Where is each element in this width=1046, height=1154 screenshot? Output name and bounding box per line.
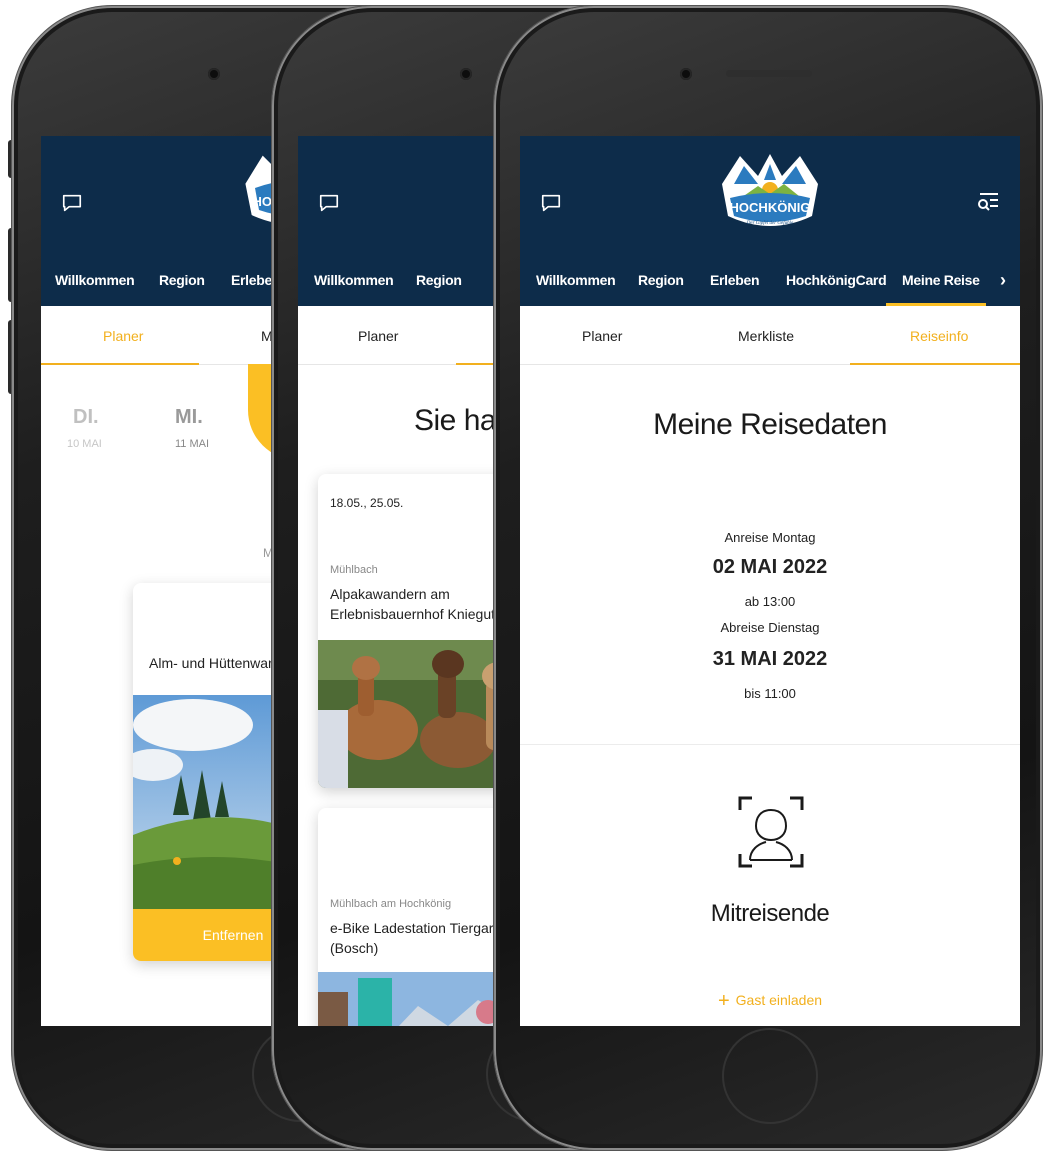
home-button — [722, 1028, 818, 1124]
sub-tabs: Planer Merkliste Reiseinfo — [520, 306, 1020, 365]
nav-item-region[interactable]: Region — [638, 272, 684, 288]
screen-right: HOCHKÖNIG Der Gipfel der Gefühle Willkom… — [520, 136, 1020, 1026]
tab-planer[interactable]: Planer — [103, 328, 143, 344]
logo-tagline: Der Gipfel der Gefühle — [746, 221, 794, 226]
nav-item-willkommen[interactable]: Willkommen — [55, 272, 135, 288]
departure-label: Abreise Dienstag — [720, 620, 820, 635]
phone-right: HOCHKÖNIG Der Gipfel der Gefühle Willkom… — [494, 6, 1042, 1150]
tab-active-indicator — [41, 363, 199, 365]
day-label[interactable]: DI. — [73, 406, 99, 429]
section-divider — [520, 744, 1020, 745]
invite-guest-button[interactable]: + Gast einladen — [520, 990, 1020, 1013]
user-scan-icon — [738, 796, 804, 868]
plus-icon: + — [717, 990, 730, 1012]
front-camera — [208, 68, 220, 80]
earpiece-speaker — [726, 70, 812, 77]
chat-icon[interactable] — [318, 192, 340, 214]
card-title: Alm- und Hüttenwand — [149, 655, 284, 671]
departure-time: bis 11:00 — [744, 686, 796, 701]
arrival-label: Anreise Montag — [724, 530, 816, 545]
search-menu-icon[interactable] — [976, 190, 1000, 214]
nav-item-erleben[interactable]: Erlebe — [231, 272, 272, 288]
tab-active-indicator — [850, 363, 1020, 365]
nav-item-meine-reise[interactable]: Meine Reise — [902, 272, 980, 288]
arrival-time: ab 13:00 — [744, 594, 796, 609]
companions-title: Mitreisende — [710, 900, 830, 927]
chat-icon[interactable] — [61, 192, 83, 214]
day-label[interactable]: MI. — [175, 406, 203, 429]
card-dates: 18.05., 25.05. — [330, 496, 404, 510]
header-bar: HOCHKÖNIG Der Gipfel der Gefühle Willkom… — [520, 136, 1020, 306]
chat-icon[interactable] — [540, 192, 562, 214]
tab-reiseinfo[interactable]: Reiseinfo — [910, 328, 968, 344]
departure-date: 31 MAI 2022 — [712, 648, 828, 670]
nav-item-region[interactable]: Region — [159, 272, 205, 288]
day-date: 10 MAI — [67, 438, 102, 450]
day-date: 11 MAI — [175, 438, 210, 450]
nav-item-erleben[interactable]: Erleben — [710, 272, 760, 288]
nav-item-willkommen[interactable]: Willkommen — [536, 272, 616, 288]
tab-planer[interactable]: Planer — [358, 328, 398, 344]
nav-item-willkommen[interactable]: Willkommen — [314, 272, 394, 288]
front-camera — [460, 68, 472, 80]
nav-next-arrow[interactable]: › — [1000, 270, 1006, 291]
card-location: Mühlbach — [330, 564, 378, 576]
front-camera — [680, 68, 692, 80]
tab-merkliste[interactable]: M — [261, 328, 273, 344]
tab-merkliste[interactable]: Merkliste — [738, 328, 794, 344]
invite-guest-label: Gast einladen — [735, 992, 823, 1008]
tab-planer[interactable]: Planer — [582, 328, 622, 344]
nav-item-region[interactable]: Region — [416, 272, 462, 288]
main-nav: Willkommen Region Erleben HochkönigCard … — [520, 260, 1020, 306]
travel-data-title: Meine Reisedaten — [653, 408, 887, 441]
card-location: Mühlbach am Hochkönig — [330, 898, 452, 910]
arrival-date: 02 MAI 2022 — [712, 556, 828, 578]
logo-text: HOCHKÖNIG — [730, 200, 811, 215]
nav-item-hochkoenigcard[interactable]: HochkönigCard — [786, 272, 887, 288]
logo[interactable]: HOCHKÖNIG Der Gipfel der Gefühle — [718, 154, 822, 246]
